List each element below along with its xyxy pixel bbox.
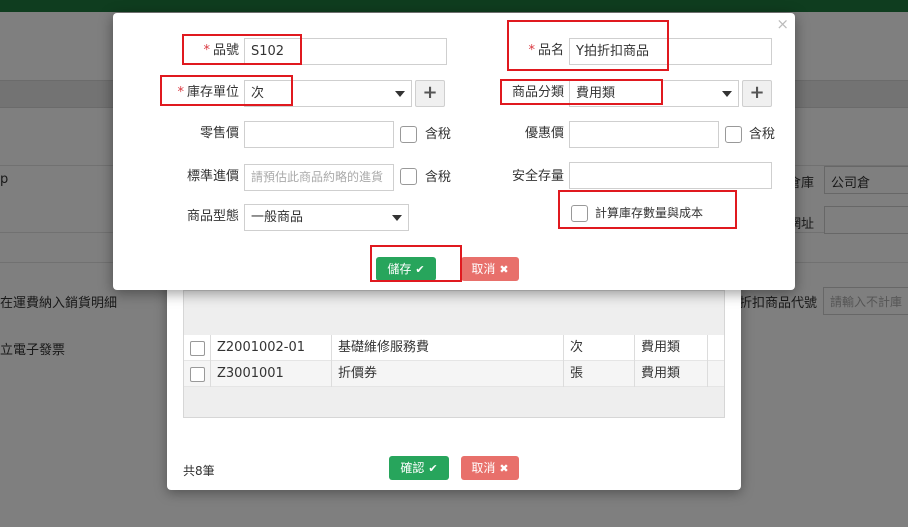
row-name: 折價券: [332, 361, 564, 387]
safety-stock-label: 安全存量: [511, 169, 564, 184]
discount-price-input[interactable]: [569, 121, 719, 148]
check-icon: ✔: [428, 462, 438, 475]
chevron-down-icon: [722, 91, 732, 97]
table-row[interactable]: Z2001002-01 基礎維修服務費 次 費用類: [184, 335, 724, 361]
picker-cancel-button[interactable]: 取消 ✖: [461, 456, 519, 480]
row-unit: 張: [564, 361, 635, 387]
standard-cost-input[interactable]: 請預估此商品約略的進貨: [244, 164, 394, 191]
row-checkbox[interactable]: [190, 367, 205, 382]
close-icon[interactable]: ×: [776, 15, 789, 33]
save-button[interactable]: 儲存 ✔: [376, 257, 436, 281]
discount-tax-checkbox[interactable]: [725, 126, 742, 143]
product-edit-dialog: × * 品號 S102 * 品名 Y拍折扣商品 * 庫存單位 次 + 商品分類 費用類…: [113, 13, 795, 290]
product-name-input[interactable]: Y拍折扣商品: [569, 38, 772, 65]
retail-price-input[interactable]: [244, 121, 394, 148]
discount-price-label: 優惠價: [524, 126, 564, 141]
row-name: 基礎維修服務費: [332, 335, 564, 361]
add-category-button[interactable]: +: [742, 80, 772, 107]
cost-tax-label: 含稅: [425, 170, 452, 185]
add-unit-button[interactable]: +: [415, 80, 445, 107]
calc-stock-label: 計算庫存數量與成本: [595, 206, 704, 220]
required-mark: *: [528, 43, 535, 58]
chevron-down-icon: [392, 215, 402, 221]
cost-tax-checkbox[interactable]: [400, 168, 417, 185]
row-category: 費用類: [635, 361, 708, 387]
confirm-button[interactable]: 確認 ✔: [389, 456, 449, 480]
retail-tax-label: 含稅: [425, 127, 452, 142]
required-mark: *: [177, 85, 184, 100]
x-icon: ✖: [499, 263, 509, 276]
plus-icon: +: [749, 82, 765, 103]
retail-price-label: 零售價: [199, 126, 239, 141]
product-type-label: 商品型態: [186, 209, 239, 224]
stock-unit-select[interactable]: 次: [244, 80, 412, 107]
row-checkbox[interactable]: [190, 341, 205, 356]
standard-cost-label: 標準進價: [186, 169, 239, 184]
safety-stock-input[interactable]: [569, 162, 772, 189]
table-row[interactable]: Z3001001 折價券 張 費用類: [184, 361, 724, 387]
record-count: 共8筆: [183, 464, 215, 478]
product-type-select[interactable]: 一般商品: [244, 204, 409, 231]
product-table: Z2001002-01 基礎維修服務費 次 費用類 Z3001001 折價券 張…: [183, 290, 725, 418]
row-unit: 次: [564, 335, 635, 361]
chevron-down-icon: [395, 91, 405, 97]
stock-unit-label: * 庫存單位: [177, 85, 239, 100]
product-no-label: * 品號: [203, 43, 239, 58]
row-category: 費用類: [635, 335, 708, 361]
row-code: Z2001002-01: [211, 335, 332, 361]
discount-tax-label: 含稅: [749, 127, 776, 142]
plus-icon: +: [422, 82, 438, 103]
product-no-input[interactable]: S102: [244, 38, 447, 65]
check-icon: ✔: [415, 263, 425, 276]
row-code: Z3001001: [211, 361, 332, 387]
retail-tax-checkbox[interactable]: [400, 126, 417, 143]
x-icon: ✖: [499, 462, 509, 475]
calc-stock-checkbox[interactable]: [571, 205, 588, 222]
required-mark: *: [203, 43, 210, 58]
category-label: 商品分類: [511, 85, 564, 100]
product-name-label: * 品名: [528, 43, 564, 58]
category-select[interactable]: 費用類: [569, 80, 739, 107]
cancel-button[interactable]: 取消 ✖: [461, 257, 519, 281]
